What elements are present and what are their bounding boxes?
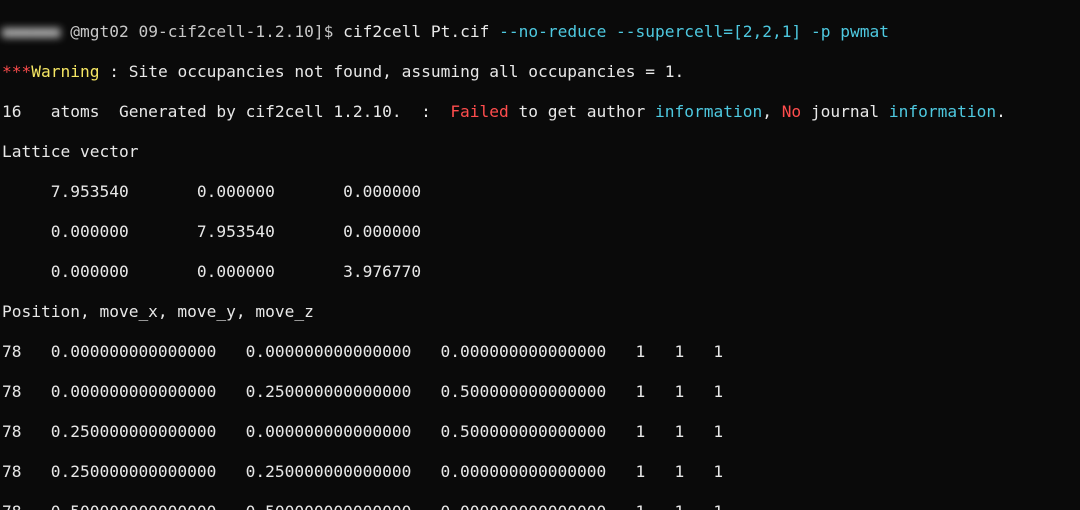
atom-row: 78 0.250000000000000 0.250000000000000 0…	[2, 462, 1078, 482]
warn-word: Warning	[31, 62, 99, 81]
warn-stars: ***	[2, 62, 31, 81]
gen-dot: .	[996, 102, 1006, 121]
lattice-row: 0.000000 7.953540 0.000000	[2, 222, 1078, 242]
generated-line: 16 atoms Generated by cif2cell 1.2.10. :…	[2, 102, 1078, 122]
redacted-user: ■■■■■■	[2, 22, 60, 41]
gen-info1: information	[655, 102, 762, 121]
atom-row: 78 0.500000000000000 0.500000000000000 0…	[2, 502, 1078, 510]
gen-mid2: ,	[762, 102, 782, 121]
command-file: Pt.cif	[431, 22, 489, 41]
lattice-row: 7.953540 0.000000 0.000000	[2, 182, 1078, 202]
gen-mid1: to get author	[509, 102, 655, 121]
atom-row: 78 0.000000000000000 0.000000000000000 0…	[2, 342, 1078, 362]
prompt-end: ]$	[314, 22, 343, 41]
lattice-row: 0.000000 0.000000 3.976770	[2, 262, 1078, 282]
prompt-line: ■■■■■■ @mgt02 09-cif2cell-1.2.10]$ cif2c…	[2, 22, 1078, 42]
terminal-output[interactable]: ■■■■■■ @mgt02 09-cif2cell-1.2.10]$ cif2c…	[0, 0, 1080, 510]
gen-failed: Failed	[450, 102, 508, 121]
gen-left: 16 atoms Generated by cif2cell 1.2.10. :	[2, 102, 450, 121]
gen-no: No	[782, 102, 802, 121]
hostname: mgt02	[80, 22, 129, 41]
warning-line: ***Warning : Site occupancies not found,…	[2, 62, 1078, 82]
atom-row: 78 0.000000000000000 0.250000000000000 0…	[2, 382, 1078, 402]
lattice-header: Lattice vector	[2, 142, 1078, 162]
gen-mid3: journal	[801, 102, 889, 121]
gen-info2: information	[889, 102, 996, 121]
warn-text: : Site occupancies not found, assuming a…	[99, 62, 684, 81]
cwd: 09-cif2cell-1.2.10	[138, 22, 313, 41]
command-bin: cif2cell	[343, 22, 421, 41]
command-opts: --no-reduce --supercell=[2,2,1] -p pwmat	[499, 22, 889, 41]
prompt-host: @	[60, 22, 80, 41]
atom-row: 78 0.250000000000000 0.000000000000000 0…	[2, 422, 1078, 442]
positions-header: Position, move_x, move_y, move_z	[2, 302, 1078, 322]
